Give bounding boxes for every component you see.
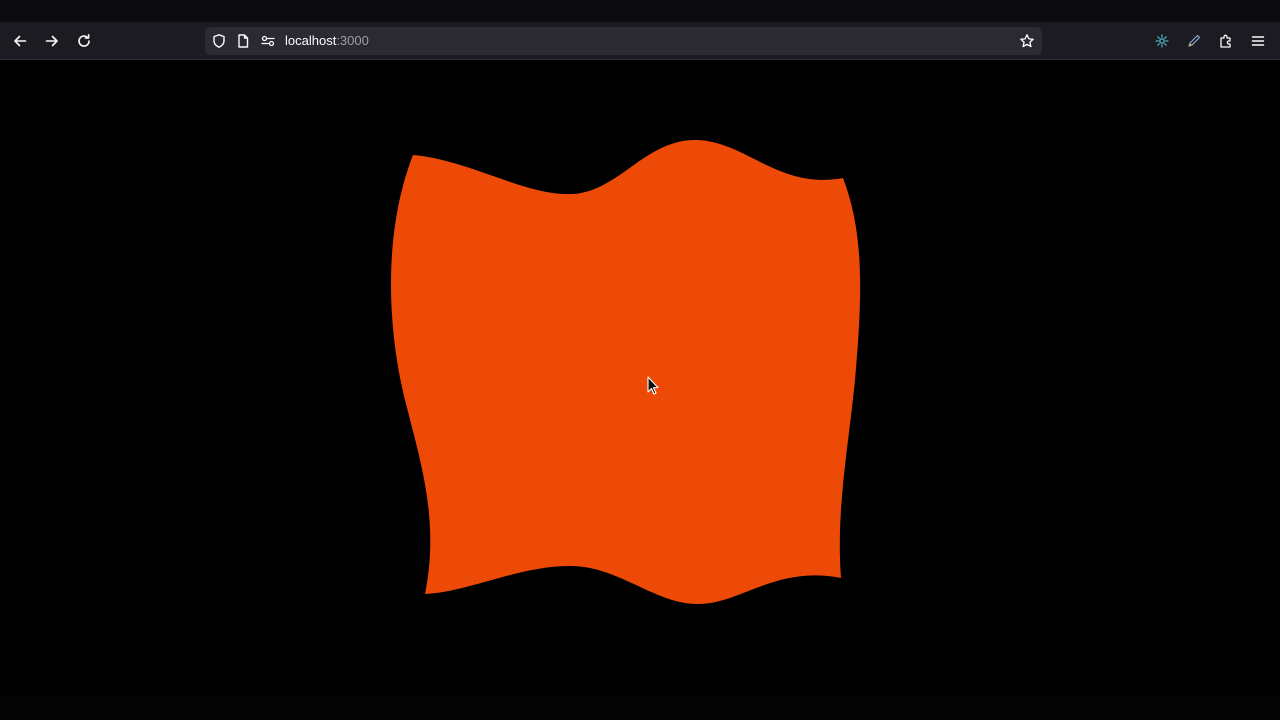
- window-title-strip: [0, 0, 1280, 22]
- page-content[interactable]: [0, 60, 1280, 696]
- url-host: localhost: [285, 33, 337, 48]
- star-icon[interactable]: [1019, 33, 1035, 49]
- pen-extension-button[interactable]: [1182, 29, 1206, 53]
- browser-toolbar: localhost:3000: [0, 22, 1280, 60]
- shield-icon[interactable]: [211, 33, 227, 49]
- sparkle-extension-button[interactable]: [1150, 29, 1174, 53]
- sparkle-icon: [1155, 34, 1169, 48]
- forward-button[interactable]: [40, 29, 64, 53]
- hamburger-menu-icon: [1251, 36, 1265, 46]
- pen-icon: [1188, 34, 1201, 47]
- arrow-left-icon: [14, 35, 27, 47]
- browser-window: localhost:3000: [0, 0, 1280, 720]
- waving-plane[interactable]: [390, 140, 861, 605]
- reload-icon: [78, 34, 90, 47]
- menu-button[interactable]: [1246, 29, 1270, 53]
- permissions-icon[interactable]: [260, 33, 276, 49]
- bottom-strip: [0, 696, 1280, 720]
- url-port: :3000: [336, 33, 369, 48]
- extensions-button[interactable]: [1214, 29, 1238, 53]
- back-button[interactable]: [8, 29, 32, 53]
- puzzle-icon: [1220, 34, 1231, 48]
- address-bar[interactable]: localhost:3000: [205, 27, 1042, 55]
- arrow-right-icon: [45, 35, 58, 47]
- page-icon[interactable]: [235, 33, 251, 49]
- url-text[interactable]: localhost:3000: [285, 34, 369, 48]
- reload-button[interactable]: [72, 29, 96, 53]
- webgl-canvas[interactable]: [0, 60, 1280, 696]
